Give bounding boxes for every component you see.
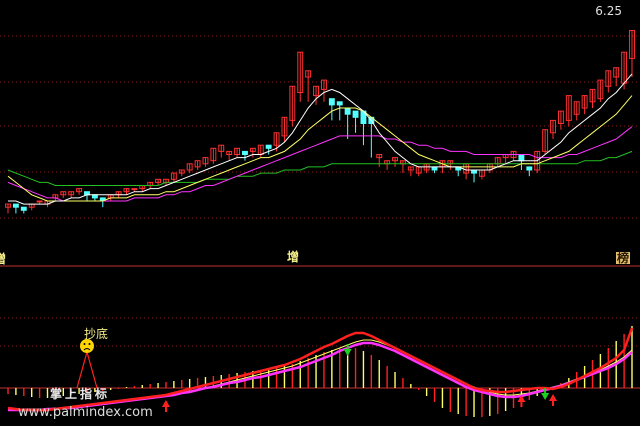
face-eye <box>83 343 86 345</box>
ma-green-line <box>7 150 633 186</box>
candle-body <box>36 200 43 203</box>
stock-chart <box>0 30 640 417</box>
tag-mid: 增 <box>287 250 300 264</box>
tag-right: 榜 <box>616 251 631 265</box>
candle-body <box>20 206 27 211</box>
candle-body <box>265 144 272 149</box>
red-up-arrow <box>549 394 558 406</box>
chaodi-label: 抄底 <box>84 327 109 341</box>
candle-body <box>328 98 335 106</box>
candle-body <box>242 150 248 155</box>
red-up-arrow <box>161 400 170 412</box>
candlestick-panel <box>5 30 635 214</box>
indicator-name: 掌上指标 <box>50 387 111 401</box>
candle-body <box>336 101 343 106</box>
tag-left: 增 <box>0 252 7 266</box>
chaodi-marker <box>76 349 98 389</box>
candle-body <box>12 203 19 208</box>
face-eye <box>88 343 91 345</box>
watermark: www.palmindex.com <box>18 405 153 420</box>
candle-body <box>344 107 351 115</box>
candle-body <box>518 154 525 162</box>
ma-white-line <box>8 73 633 205</box>
candle-body <box>131 188 138 191</box>
candle-body <box>352 110 359 118</box>
face-icon <box>79 339 94 353</box>
candle-body <box>526 166 533 171</box>
price-label: 6.25 <box>595 4 622 18</box>
